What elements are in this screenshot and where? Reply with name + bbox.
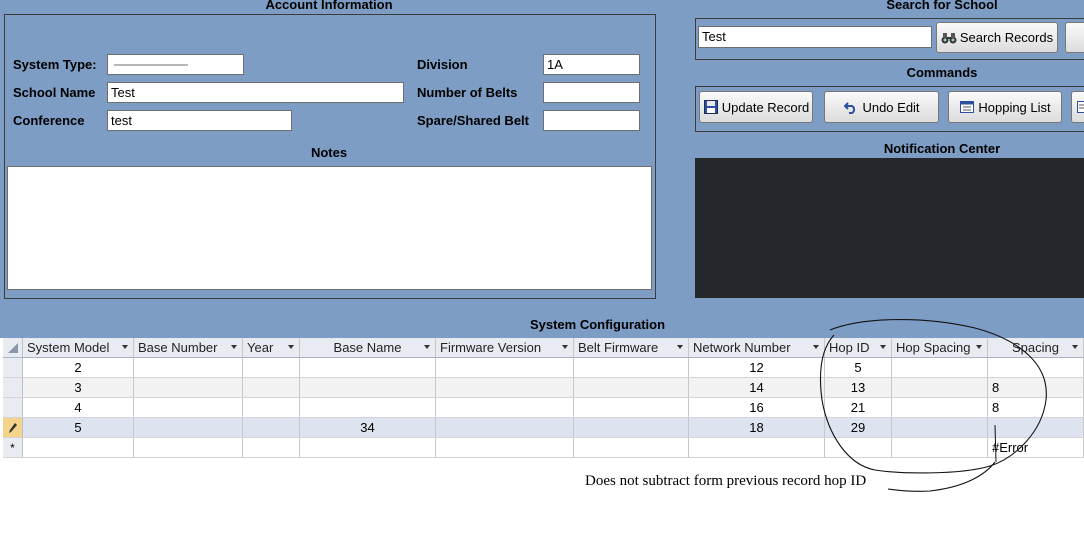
ink-annotation — [819, 318, 1047, 492]
